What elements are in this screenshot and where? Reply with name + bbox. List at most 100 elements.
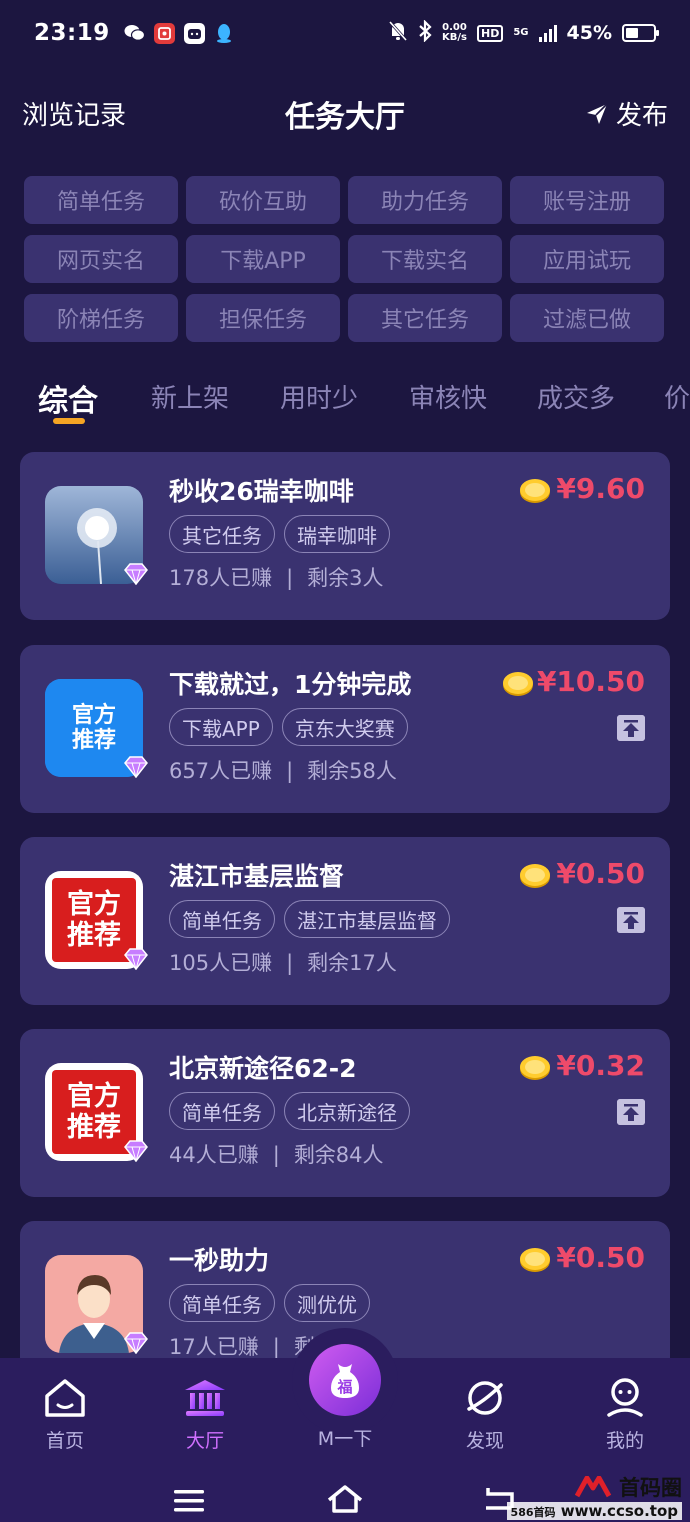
category-grid: 简单任务 砍价互助 助力任务 账号注册网页实名 下载APP 下载实名 应用试玩阶梯任务 担保任… (24, 176, 666, 342)
menu-icon[interactable] (172, 1488, 206, 1514)
diamond-icon (124, 948, 148, 970)
sort-tab[interactable]: 用时少 (280, 378, 358, 415)
stats-separator: | (286, 759, 294, 783)
task-tags: 简单任务 北京新途径 (169, 1092, 410, 1130)
task-title: 一秒助力 (169, 1246, 270, 1275)
task-title: 北京新途径62-2 (169, 1054, 357, 1083)
thumb-text: 推荐 (67, 920, 121, 951)
thumb-text: 推荐 (67, 1112, 121, 1143)
diamond-icon (124, 756, 148, 778)
task-tag: 其它任务 (169, 515, 275, 553)
remaining-count: 剩余58人 (307, 759, 397, 783)
thumb-text: 推荐 (71, 728, 116, 753)
task-stats: 44人已赚 | 剩余84人 (169, 1139, 384, 1169)
planet-icon (467, 1381, 503, 1415)
nav-mine-label: 我的 (605, 1430, 644, 1452)
system-home-icon[interactable] (326, 1484, 364, 1514)
network-type: 5G (513, 27, 529, 38)
nav-mine[interactable]: 我的 (580, 1376, 670, 1453)
category-button[interactable]: 下载APP (186, 235, 340, 283)
diamond-icon (124, 1140, 148, 1162)
task-tag: 简单任务 (169, 1092, 275, 1130)
stats-separator: | (286, 566, 294, 590)
earned-count: 44人已赚 (169, 1143, 259, 1167)
nav-home[interactable]: 首页 (20, 1376, 110, 1453)
category-button[interactable]: 过滤已做 (510, 294, 664, 342)
status-bar: 23:19 0.00 KB/s HD 5G 45% (0, 0, 690, 66)
task-stats: 178人已赚 | 剩余3人 (169, 562, 384, 592)
task-tags: 其它任务 瑞幸咖啡 (169, 515, 390, 553)
task-tag: 简单任务 (169, 900, 275, 938)
category-button[interactable]: 担保任务 (186, 294, 340, 342)
thumb-text: 官方 (71, 702, 116, 728)
task-tag: 测优优 (284, 1284, 370, 1322)
category-button[interactable]: 下载实名 (348, 235, 502, 283)
sort-tab[interactable]: 审核快 (409, 378, 487, 415)
nav-hall-label: 大厅 (185, 1430, 224, 1452)
watermark-prefix: 586首码 (510, 1506, 556, 1519)
clock: 23:19 (34, 20, 110, 46)
task-stats: 657人已赚 | 剩余58人 (169, 755, 397, 785)
earned-count: 657人已赚 (169, 759, 273, 783)
nav-discover[interactable]: 发现 (440, 1376, 530, 1453)
task-title: 秒收26瑞幸咖啡 (169, 477, 354, 506)
task-tag: 下载APP (169, 708, 273, 746)
stats-separator: | (272, 1335, 280, 1359)
nav-hall[interactable]: 大厅 (160, 1376, 250, 1453)
send-icon (586, 102, 608, 124)
task-card[interactable]: 秒收26瑞幸咖啡其它任务 瑞幸咖啡 178人已赚 | 剩余3人 ¥9.60 (20, 452, 670, 620)
sort-tab[interactable]: 成交多 (537, 378, 615, 415)
coin-icon (520, 1056, 550, 1080)
remaining-count: 剩余3人 (307, 566, 384, 590)
thumb-text: 官方 (67, 888, 121, 920)
remaining-count: 剩余17人 (307, 951, 397, 975)
task-price: ¥0.32 (556, 1049, 645, 1082)
category-button[interactable]: 网页实名 (24, 235, 178, 283)
nav-home-label: 首页 (45, 1430, 84, 1452)
task-card[interactable]: 官方 推荐 下载就过，1分钟完成下载APP 京东大奖赛 657人已赚 | 剩余58人 ¥10.… (20, 645, 670, 813)
task-tags: 简单任务 湛江市基层监督 (169, 900, 450, 938)
task-price: ¥9.60 (556, 472, 645, 505)
category-button[interactable]: 其它任务 (348, 294, 502, 342)
publish-button[interactable]: 发布 (586, 95, 668, 132)
remaining-count: 剩余84人 (293, 1143, 384, 1167)
wechat-icon (124, 23, 145, 44)
category-button[interactable]: 助力任务 (348, 176, 502, 224)
sort-tab[interactable]: 综合 (38, 376, 98, 420)
thumb-text: 官方 (67, 1080, 121, 1112)
task-title: 湛江市基层监督 (169, 862, 345, 891)
task-tag: 湛江市基层监督 (284, 900, 450, 938)
earned-count: 105人已赚 (169, 951, 273, 975)
shopping-app-icon (153, 22, 175, 44)
task-tags: 简单任务 测优优 (169, 1284, 370, 1322)
hall-icon (185, 1380, 225, 1416)
task-title: 下载就过，1分钟完成 (169, 670, 412, 699)
coin-icon (520, 864, 550, 888)
notification-icons (124, 22, 235, 44)
sort-tabs: 综合 新上架 用时少 审核快 成交多 价 (0, 372, 690, 432)
watermark-brand: 首码圈 (619, 1476, 682, 1500)
category-button[interactable]: 账号注册 (510, 176, 664, 224)
center-lucky-button[interactable]: 福 (309, 1344, 381, 1416)
category-button[interactable]: 砍价互助 (186, 176, 340, 224)
category-button[interactable]: 阶梯任务 (24, 294, 178, 342)
category-button[interactable]: 简单任务 (24, 176, 178, 224)
task-price: ¥10.50 (536, 665, 645, 698)
signal-icon (538, 24, 557, 42)
task-stats: 105人已赚 | 剩余17人 (169, 947, 397, 977)
pin-top-icon (617, 907, 645, 933)
hd-badge: HD (477, 24, 504, 42)
sort-tab[interactable]: 价 (664, 378, 690, 415)
pin-top-icon (617, 1099, 645, 1125)
earned-count: 178人已赚 (169, 566, 273, 590)
watermark-url: www.ccso.top (560, 1502, 678, 1520)
coin-icon (503, 672, 533, 696)
task-card[interactable]: 官方 推荐 北京新途径62-2 简单任务 北京新途径 44人已赚 | 剩余84人 ¥0.32 (20, 1029, 670, 1197)
network-speed: 0.00 KB/s (442, 22, 467, 43)
category-button[interactable]: 应用试玩 (510, 235, 664, 283)
task-card[interactable]: 官方 推荐 湛江市基层监督 简单任务 湛江市基层监督 105人已赚 | 剩余17人 ¥0.50 (20, 837, 670, 1005)
bluetooth-icon (418, 18, 432, 47)
bili-app-icon (183, 22, 205, 44)
sort-tab[interactable]: 新上架 (151, 378, 229, 415)
task-tag: 京东大奖赛 (281, 708, 408, 746)
